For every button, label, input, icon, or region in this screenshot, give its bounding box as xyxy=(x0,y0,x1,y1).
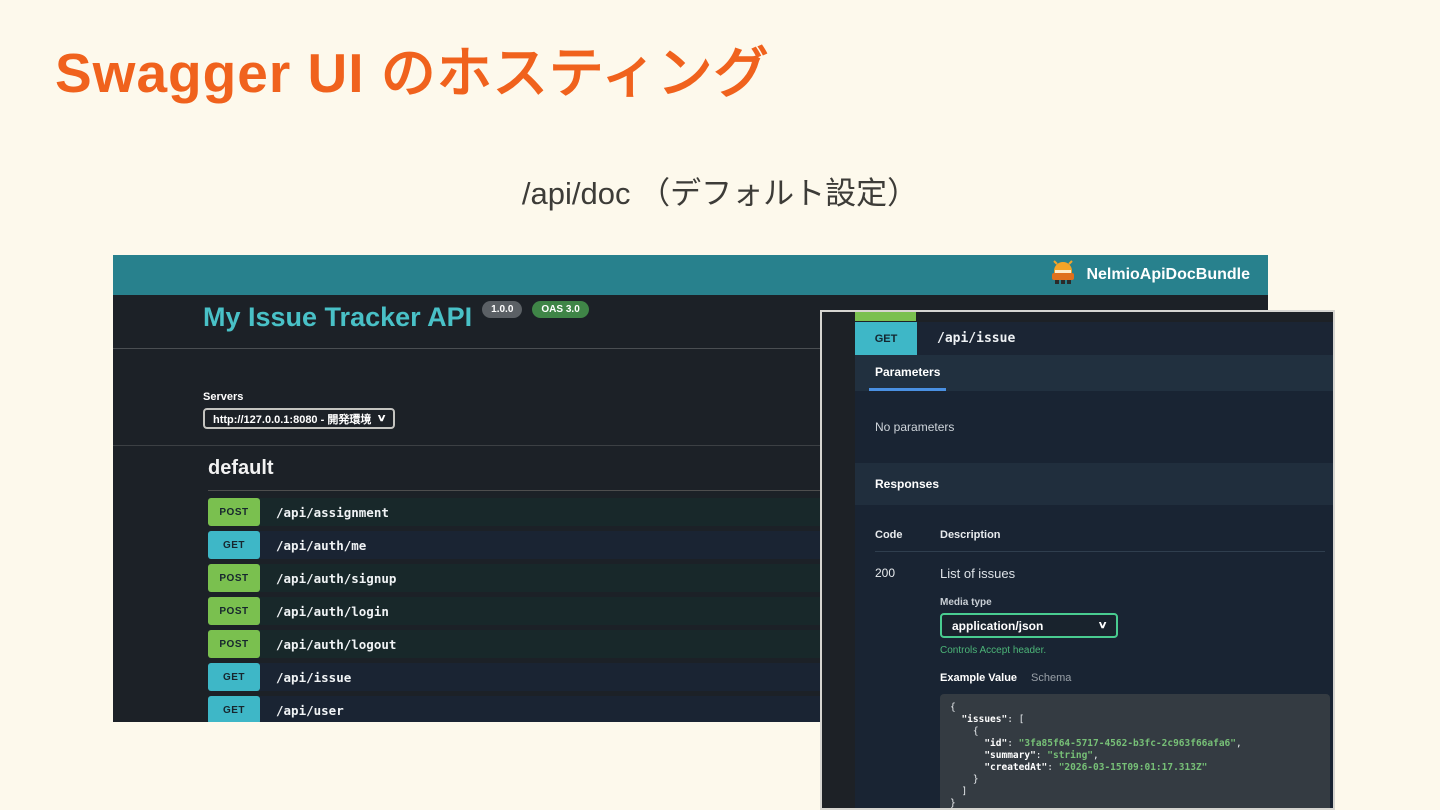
endpoint-path: /api/user xyxy=(276,702,344,718)
responses-table-header: Code Description xyxy=(875,529,1325,552)
swagger-detail-screenshot: GET /api/issue Parameters No parameters … xyxy=(820,310,1335,810)
code-column-header: Code xyxy=(875,529,903,541)
slide-subtitle: /api/doc （デフォルト設定） xyxy=(521,176,919,211)
chevron-down-icon: ∨ xyxy=(376,413,387,424)
endpoint-path: /api/assignment xyxy=(276,504,389,520)
no-parameters-text: No parameters xyxy=(855,391,1333,463)
method-badge: GET xyxy=(208,696,260,722)
method-badge: GET xyxy=(208,531,260,559)
tab-parameters[interactable]: Parameters xyxy=(869,355,947,391)
endpoint-path: /api/auth/login xyxy=(276,603,389,619)
method-badge: GET xyxy=(208,663,260,691)
response-row-200: 200 List of issues Media type applicatio… xyxy=(875,566,1330,808)
previous-row-fragment xyxy=(855,312,916,321)
get-issue-opblock: GET /api/issue Parameters No parameters … xyxy=(855,322,1333,808)
oas-badge: OAS 3.0 xyxy=(532,301,589,318)
endpoint-path: /api/issue xyxy=(276,669,352,685)
api-header: My Issue Tracker API 1.0.0 OAS 3.0 xyxy=(203,301,589,333)
swagger-topbar: NelmioApiDocBundle xyxy=(113,255,1268,295)
opblock-header[interactable]: GET /api/issue xyxy=(855,322,1333,355)
slide-title: Swagger UI のホスティング xyxy=(55,42,770,104)
media-type-label: Media type xyxy=(940,597,992,608)
endpoint-path: /api/auth/signup xyxy=(276,570,397,586)
method-badge: POST xyxy=(208,630,260,658)
server-select[interactable]: http://127.0.0.1:8080 - 開発環境 ∨ xyxy=(203,408,395,429)
method-badge: POST xyxy=(208,564,260,592)
method-badge: GET xyxy=(855,322,917,355)
endpoint-path: /api/auth/me xyxy=(276,537,367,553)
presentation-slide: Swagger UI のホスティング /api/doc （デフォルト設定） Ne… xyxy=(0,0,1440,810)
endpoint-path: /api/auth/logout xyxy=(276,636,397,652)
description-column-header: Description xyxy=(940,529,1001,541)
example-schema-tabs: Example Value Schema xyxy=(940,672,1330,684)
nelmio-brand-link[interactable]: NelmioApiDocBundle xyxy=(1048,259,1250,291)
response-description: List of issues xyxy=(940,566,1016,581)
response-code: 200 xyxy=(875,566,896,580)
example-json-code-block: { "issues": [ { "id": "3fa85f64-5717-456… xyxy=(940,694,1330,808)
media-type-value: application/json xyxy=(952,618,1044,633)
parameters-tabbar: Parameters xyxy=(855,355,1333,391)
server-select-value: http://127.0.0.1:8080 - 開発環境 xyxy=(213,413,372,426)
media-type-select[interactable]: application/json ∨ xyxy=(940,613,1118,638)
responses-header: Responses xyxy=(855,463,1333,505)
nelmio-logo-icon xyxy=(1048,259,1078,291)
responses-body: Code Description 200 List of issues Medi… xyxy=(855,505,1333,808)
method-badge: POST xyxy=(208,597,260,625)
servers-label: Servers xyxy=(203,391,244,403)
servers-section: Servers http://127.0.0.1:8080 - 開発環境 ∨ xyxy=(203,391,395,429)
endpoint-path: /api/issue xyxy=(937,331,1016,346)
tab-example-value[interactable]: Example Value xyxy=(940,672,1017,684)
tab-schema[interactable]: Schema xyxy=(1031,672,1071,684)
method-badge: POST xyxy=(208,498,260,526)
controls-accept-hint: Controls Accept header. xyxy=(940,645,1047,656)
response-detail: List of issues Media type application/js… xyxy=(940,566,1330,808)
chevron-down-icon: ∨ xyxy=(1097,620,1108,631)
api-title: My Issue Tracker API xyxy=(203,302,473,332)
brand-name: NelmioApiDocBundle xyxy=(1086,266,1250,283)
version-badge: 1.0.0 xyxy=(482,301,523,318)
